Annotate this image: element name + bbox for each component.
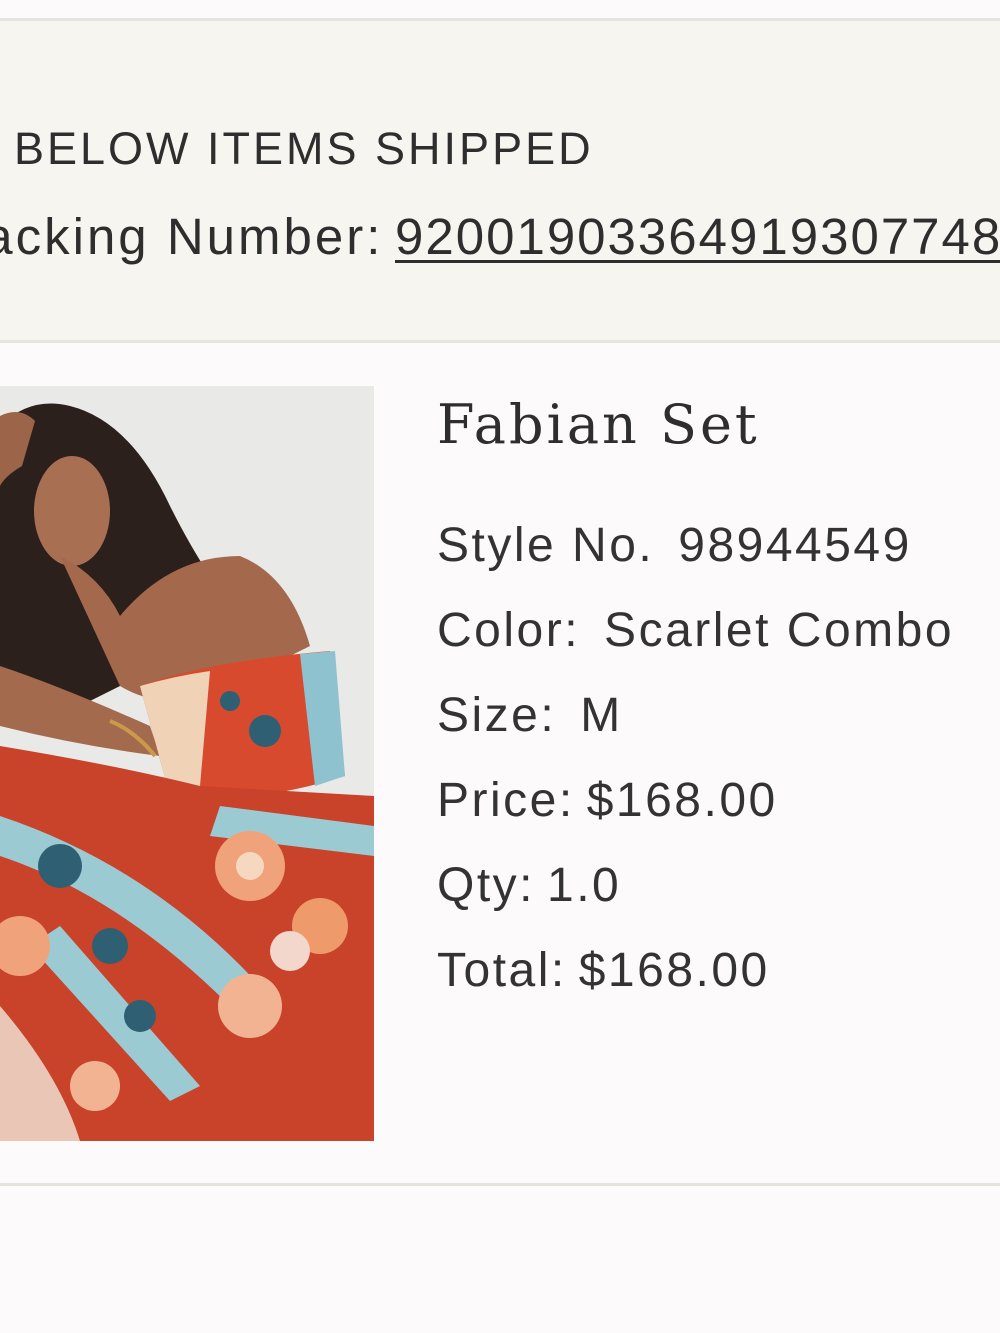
price-value: $168.00 xyxy=(586,774,778,827)
size-label: Size: xyxy=(437,689,557,742)
size-value: M xyxy=(580,689,623,742)
quantity-row: Qty: 1.0 xyxy=(437,857,621,915)
total-value: $168.00 xyxy=(578,944,770,997)
total-label: Total: xyxy=(437,944,567,997)
price-label: Price: xyxy=(437,774,575,827)
price-row: Price: $168.00 xyxy=(437,772,778,830)
shipment-status-heading: BELOW ITEMS SHIPPED xyxy=(14,123,594,174)
tracking-row: Tracking Number: 92001903364919307748 xyxy=(0,201,1000,273)
style-number-value: 98944549 xyxy=(678,519,912,572)
product-image[interactable] xyxy=(0,386,374,1141)
quantity-value: 1.0 xyxy=(547,859,622,912)
size-row: Size: M xyxy=(437,687,623,745)
quantity-label: Qty: xyxy=(437,859,536,912)
total-row: Total: $168.00 xyxy=(437,942,770,1000)
tracking-number-link[interactable]: 92001903364919307748 xyxy=(395,201,1000,273)
product-photo-illustration xyxy=(0,386,374,1141)
color-label: Color: xyxy=(437,604,581,657)
banner-divider xyxy=(0,340,1000,343)
tracking-label: Tracking Number: xyxy=(0,208,384,265)
product-name[interactable]: Fabian Set xyxy=(437,390,760,460)
color-value: Scarlet Combo xyxy=(604,604,955,657)
style-number-label: Style No. xyxy=(437,519,655,572)
bottom-divider xyxy=(0,1183,1000,1186)
shipment-banner: BELOW ITEMS SHIPPED Tracking Number: 920… xyxy=(0,21,1000,341)
color-row: Color: Scarlet Combo xyxy=(437,602,954,660)
style-number-row: Style No. 98944549 xyxy=(437,517,912,575)
